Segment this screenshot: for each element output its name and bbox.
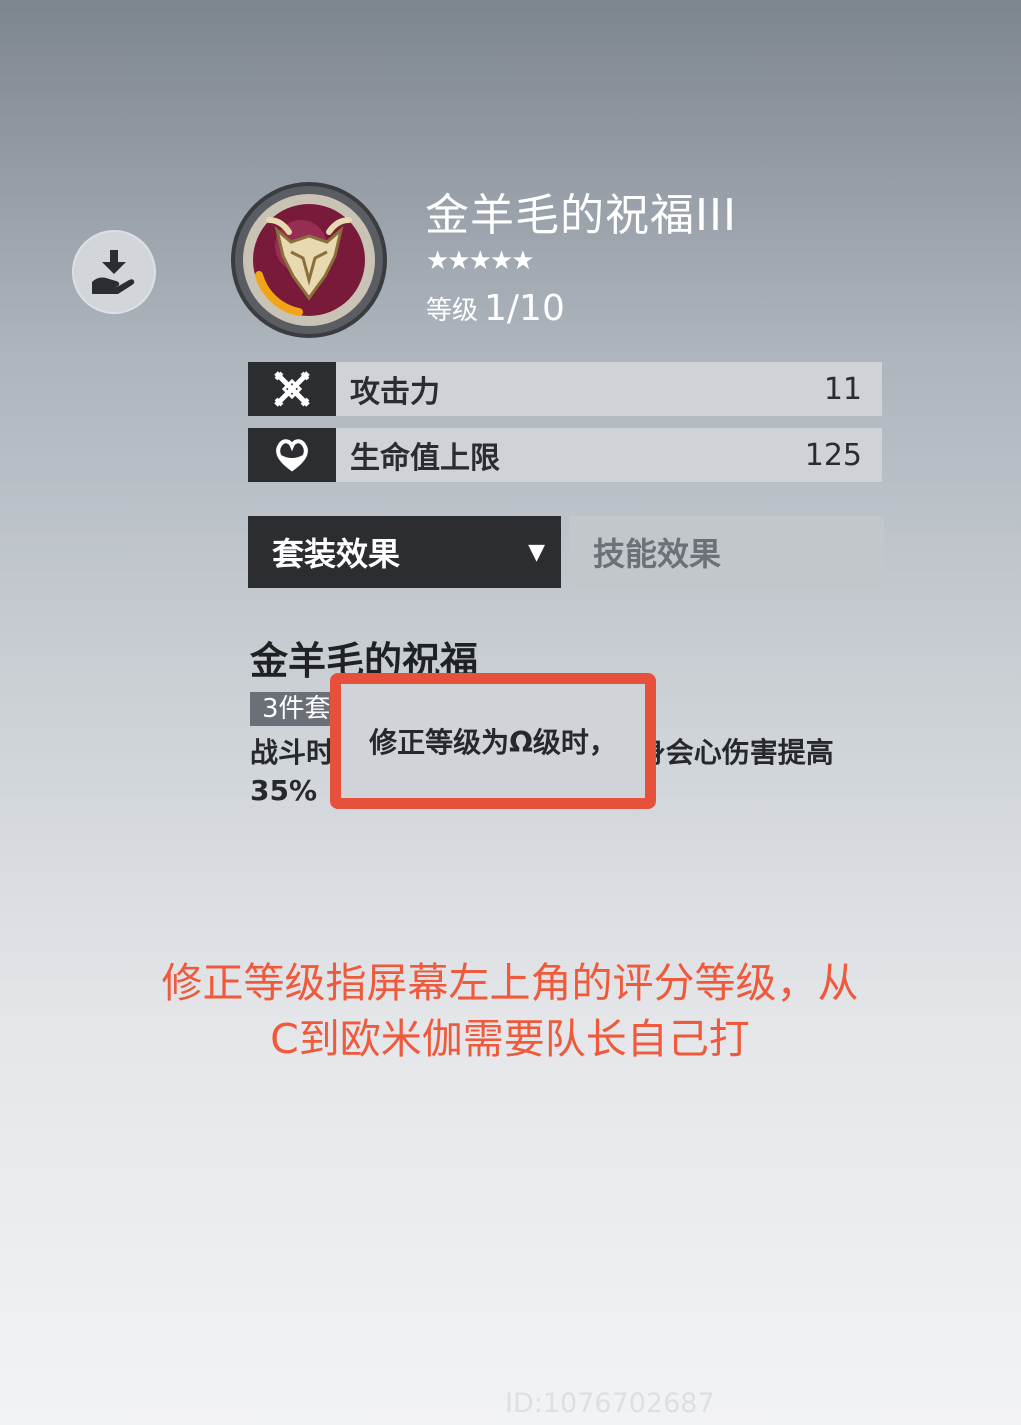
item-title: 金羊毛的祝福III <box>425 190 737 241</box>
stat-label: 生命值上限 <box>350 441 500 476</box>
stat-value: 125 <box>804 437 862 473</box>
heart-icon <box>248 428 336 482</box>
item-level: 等级 1/10 <box>426 288 565 329</box>
stat-label: 攻击力 <box>350 375 440 410</box>
rarity-stars: ★★★★★ <box>426 246 535 276</box>
tab-skill-effect[interactable]: 技能效果 <box>569 516 884 588</box>
watermark: ID:1076702687 <box>505 1388 715 1419</box>
item-emblem <box>229 180 389 340</box>
highlight-box: 修正等级为Ω级时， <box>330 673 656 809</box>
annotation-text: 修正等级指屏幕左上角的评分等级，从C到欧米伽需要队长自己打 <box>161 959 859 1063</box>
tab-set-effect[interactable]: 套装效果 ▼ <box>248 516 561 588</box>
tab-label: 技能效果 <box>593 535 722 573</box>
crossed-swords-icon <box>248 362 336 416</box>
stat-row-attack: 攻击力 11 <box>248 362 882 416</box>
highlight-text: 修正等级为Ω级时， <box>369 726 617 759</box>
level-value: 1/10 <box>484 288 565 329</box>
tab-label: 套装效果 <box>272 535 401 573</box>
receive-icon <box>92 250 135 294</box>
stat-value: 11 <box>823 371 862 407</box>
level-label: 等级 <box>426 296 479 326</box>
stat-row-hp: 生命值上限 125 <box>248 428 882 482</box>
receive-button[interactable] <box>72 230 156 314</box>
chevron-down-icon: ▼ <box>528 539 545 565</box>
